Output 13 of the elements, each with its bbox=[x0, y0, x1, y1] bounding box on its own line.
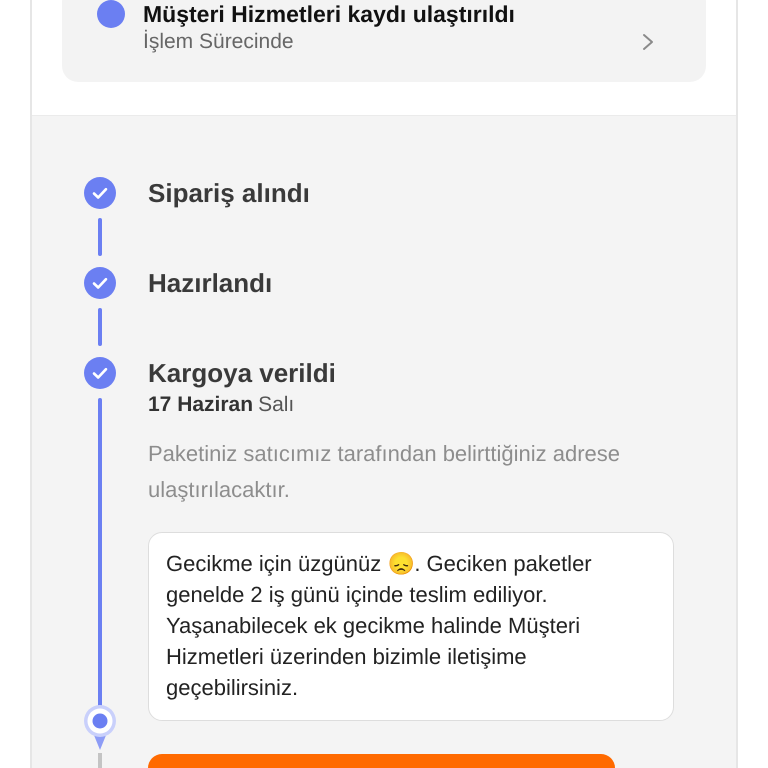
step-description: Paketiniz satıcımız tarafından belirttiğiniz adrese ulaştırılacaktır. bbox=[148, 440, 622, 504]
step-label: Hazırlandı bbox=[148, 267, 272, 299]
request-status: İşlem Sürecinde bbox=[143, 28, 294, 55]
chevron-right-icon bbox=[642, 33, 654, 51]
delay-message-text: Gecikme için üzgünüz 😞. Geciken paketler genelde 2 iş günü içinde teslim ediliyor. Yaşanabilecek ek gecikme halinde Müşteri Hizmetleri üzerinden bizimle iletişime geçebilirsiniz. bbox=[166, 550, 593, 702]
step-weekday: Salı bbox=[258, 392, 294, 418]
status-dot-icon bbox=[97, 0, 125, 28]
request-card[interactable]: Müşteri Hizmetleri kaydı ulaştırıldı İşlem Sürecinde bbox=[62, 0, 706, 82]
step-label: Kargoya verildi bbox=[148, 357, 336, 389]
location-pin-icon bbox=[84, 705, 116, 751]
step-date: 17 Haziran bbox=[148, 392, 254, 418]
request-title: Müşteri Hizmetleri kaydı ulaştırıldı bbox=[143, 0, 515, 28]
step-label: Sipariş alındı bbox=[148, 177, 310, 209]
